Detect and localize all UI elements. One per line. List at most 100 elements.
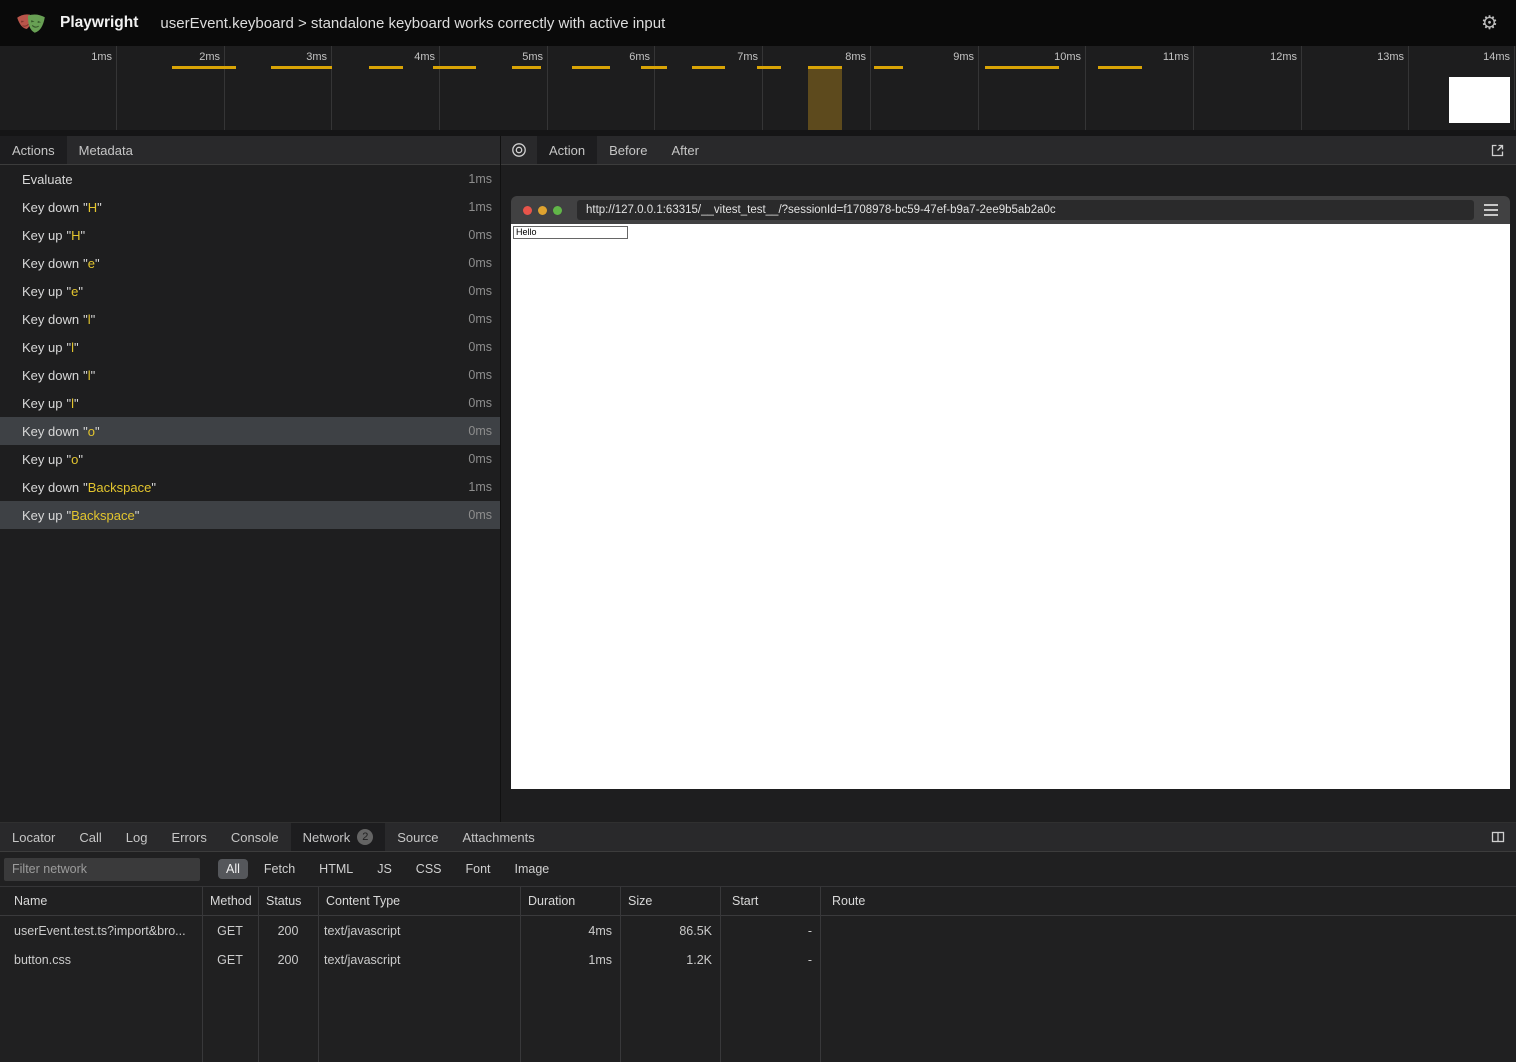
action-title: Key down"l" <box>22 368 468 383</box>
timeline-gridline <box>547 46 548 130</box>
timeline[interactable]: 1ms2ms3ms4ms5ms6ms7ms8ms9ms10ms11ms12ms1… <box>0 46 1516 130</box>
tab-call[interactable]: Call <box>67 823 113 851</box>
action-list-item[interactable]: Key up"e" 0ms <box>0 277 500 305</box>
column-divider <box>258 887 259 1062</box>
filter-chip-font[interactable]: Font <box>458 859 499 879</box>
tab-errors[interactable]: Errors <box>159 823 218 851</box>
maximize-dot-icon <box>553 206 562 215</box>
timeline-tick-label: 6ms <box>596 51 650 63</box>
pick-locator-target-icon[interactable] <box>501 136 537 164</box>
timeline-gridline <box>654 46 655 130</box>
timeline-tick-label: 9ms <box>920 51 974 63</box>
filter-chip-css[interactable]: CSS <box>408 859 450 879</box>
action-duration: 0ms <box>468 452 492 466</box>
network-toolbar: All Fetch HTML JS CSS Font Image <box>0 852 1516 887</box>
filmstrip-thumbnail[interactable] <box>1449 77 1510 123</box>
action-duration: 0ms <box>468 396 492 410</box>
toggle-layout-icon[interactable] <box>1480 823 1516 851</box>
tab-log[interactable]: Log <box>114 823 160 851</box>
action-list-item[interactable]: Evaluate 1ms <box>0 165 500 193</box>
action-title: Key down"H" <box>22 200 468 215</box>
timeline-gridline <box>331 46 332 130</box>
action-list-item[interactable]: Key down"H" 1ms <box>0 193 500 221</box>
timeline-selected-action-bar <box>808 66 842 130</box>
network-table-row[interactable]: button.css GET 200 text/javascript 1ms 1… <box>0 945 1516 974</box>
timeline-gridline <box>439 46 440 130</box>
timeline-action-bar <box>172 66 236 69</box>
timeline-action-bar <box>512 66 541 69</box>
filter-chip-js[interactable]: JS <box>369 859 400 879</box>
action-list-item[interactable]: Key down"Backspace" 1ms <box>0 473 500 501</box>
action-list-item[interactable]: Key up"l" 0ms <box>0 333 500 361</box>
timeline-gridline <box>224 46 225 130</box>
tab-console[interactable]: Console <box>219 823 291 851</box>
timeline-tick-label: 4ms <box>381 51 435 63</box>
hamburger-menu-icon <box>1484 204 1498 216</box>
close-dot-icon <box>523 206 532 215</box>
column-divider <box>820 887 821 1062</box>
timeline-action-bar <box>757 66 781 69</box>
timeline-tick-label: 13ms <box>1350 51 1404 63</box>
action-duration: 1ms <box>468 172 492 186</box>
timeline-gridline <box>1301 46 1302 130</box>
timeline-tick-label: 5ms <box>489 51 543 63</box>
tab-locator[interactable]: Locator <box>0 823 67 851</box>
open-snapshot-external-icon[interactable] <box>1480 136 1516 164</box>
action-title: Key up"H" <box>22 228 468 243</box>
filter-chip-html[interactable]: HTML <box>311 859 361 879</box>
tab-action[interactable]: Action <box>537 136 597 164</box>
settings-gear-icon[interactable]: ⚙ <box>1479 12 1500 35</box>
top-bar: Playwright userEvent.keyboard > standalo… <box>0 0 1516 46</box>
action-duration: 0ms <box>468 368 492 382</box>
action-list-item[interactable]: Key down"l" 0ms <box>0 305 500 333</box>
action-duration: 0ms <box>468 256 492 270</box>
tab-after[interactable]: After <box>659 136 710 164</box>
timeline-gridline <box>1408 46 1409 130</box>
timeline-tick-label: 10ms <box>1027 51 1081 63</box>
minimize-dot-icon <box>538 206 547 215</box>
timeline-action-bar <box>692 66 725 69</box>
action-duration: 0ms <box>468 340 492 354</box>
action-title: Key down"l" <box>22 312 468 327</box>
tab-source[interactable]: Source <box>385 823 450 851</box>
action-duration: 1ms <box>468 480 492 494</box>
tab-metadata[interactable]: Metadata <box>67 136 145 164</box>
tab-actions[interactable]: Actions <box>0 136 67 164</box>
timeline-tick-label: 12ms <box>1243 51 1297 63</box>
test-title: userEvent.keyboard > standalone keyboard… <box>160 15 1479 32</box>
action-title: Key down"o" <box>22 424 468 439</box>
column-divider <box>620 887 621 1062</box>
filter-chip-fetch[interactable]: Fetch <box>256 859 303 879</box>
action-list-item[interactable]: Key up"l" 0ms <box>0 389 500 417</box>
network-table-row[interactable]: userEvent.test.ts?import&bro... GET 200 … <box>0 916 1516 945</box>
page-text-input[interactable]: Hello <box>513 226 628 239</box>
filter-chip-image[interactable]: Image <box>507 859 558 879</box>
action-duration: 0ms <box>468 424 492 438</box>
timeline-tick-label: 8ms <box>812 51 866 63</box>
network-table-header: Name Method Status Content Type Duration… <box>0 887 1516 916</box>
action-duration: 0ms <box>468 284 492 298</box>
column-divider <box>720 887 721 1062</box>
timeline-tick-label: 7ms <box>704 51 758 63</box>
action-title: Key up"Backspace" <box>22 508 468 523</box>
timeline-tick-label: 3ms <box>273 51 327 63</box>
tab-before[interactable]: Before <box>597 136 659 164</box>
action-list-item[interactable]: Key down"l" 0ms <box>0 361 500 389</box>
action-list-item[interactable]: Key down"e" 0ms <box>0 249 500 277</box>
action-duration: 0ms <box>468 228 492 242</box>
tab-attachments[interactable]: Attachments <box>450 823 546 851</box>
action-list-item[interactable]: Key up"o" 0ms <box>0 445 500 473</box>
timeline-action-bar <box>433 66 476 69</box>
action-list-item[interactable]: Key up"Backspace" 0ms <box>0 501 500 529</box>
filter-network-input[interactable] <box>4 858 200 881</box>
network-count-badge: 2 <box>357 829 373 845</box>
timeline-action-bar <box>985 66 1059 69</box>
tab-network[interactable]: Network 2 <box>291 823 386 851</box>
action-title: Key up"o" <box>22 452 468 467</box>
timeline-action-bar <box>1098 66 1142 69</box>
filter-chip-all[interactable]: All <box>218 859 248 879</box>
timeline-gridline <box>1193 46 1194 130</box>
action-list-item[interactable]: Key up"H" 0ms <box>0 221 500 249</box>
action-list-item[interactable]: Key down"o" 0ms <box>0 417 500 445</box>
action-title: Key up"l" <box>22 396 468 411</box>
